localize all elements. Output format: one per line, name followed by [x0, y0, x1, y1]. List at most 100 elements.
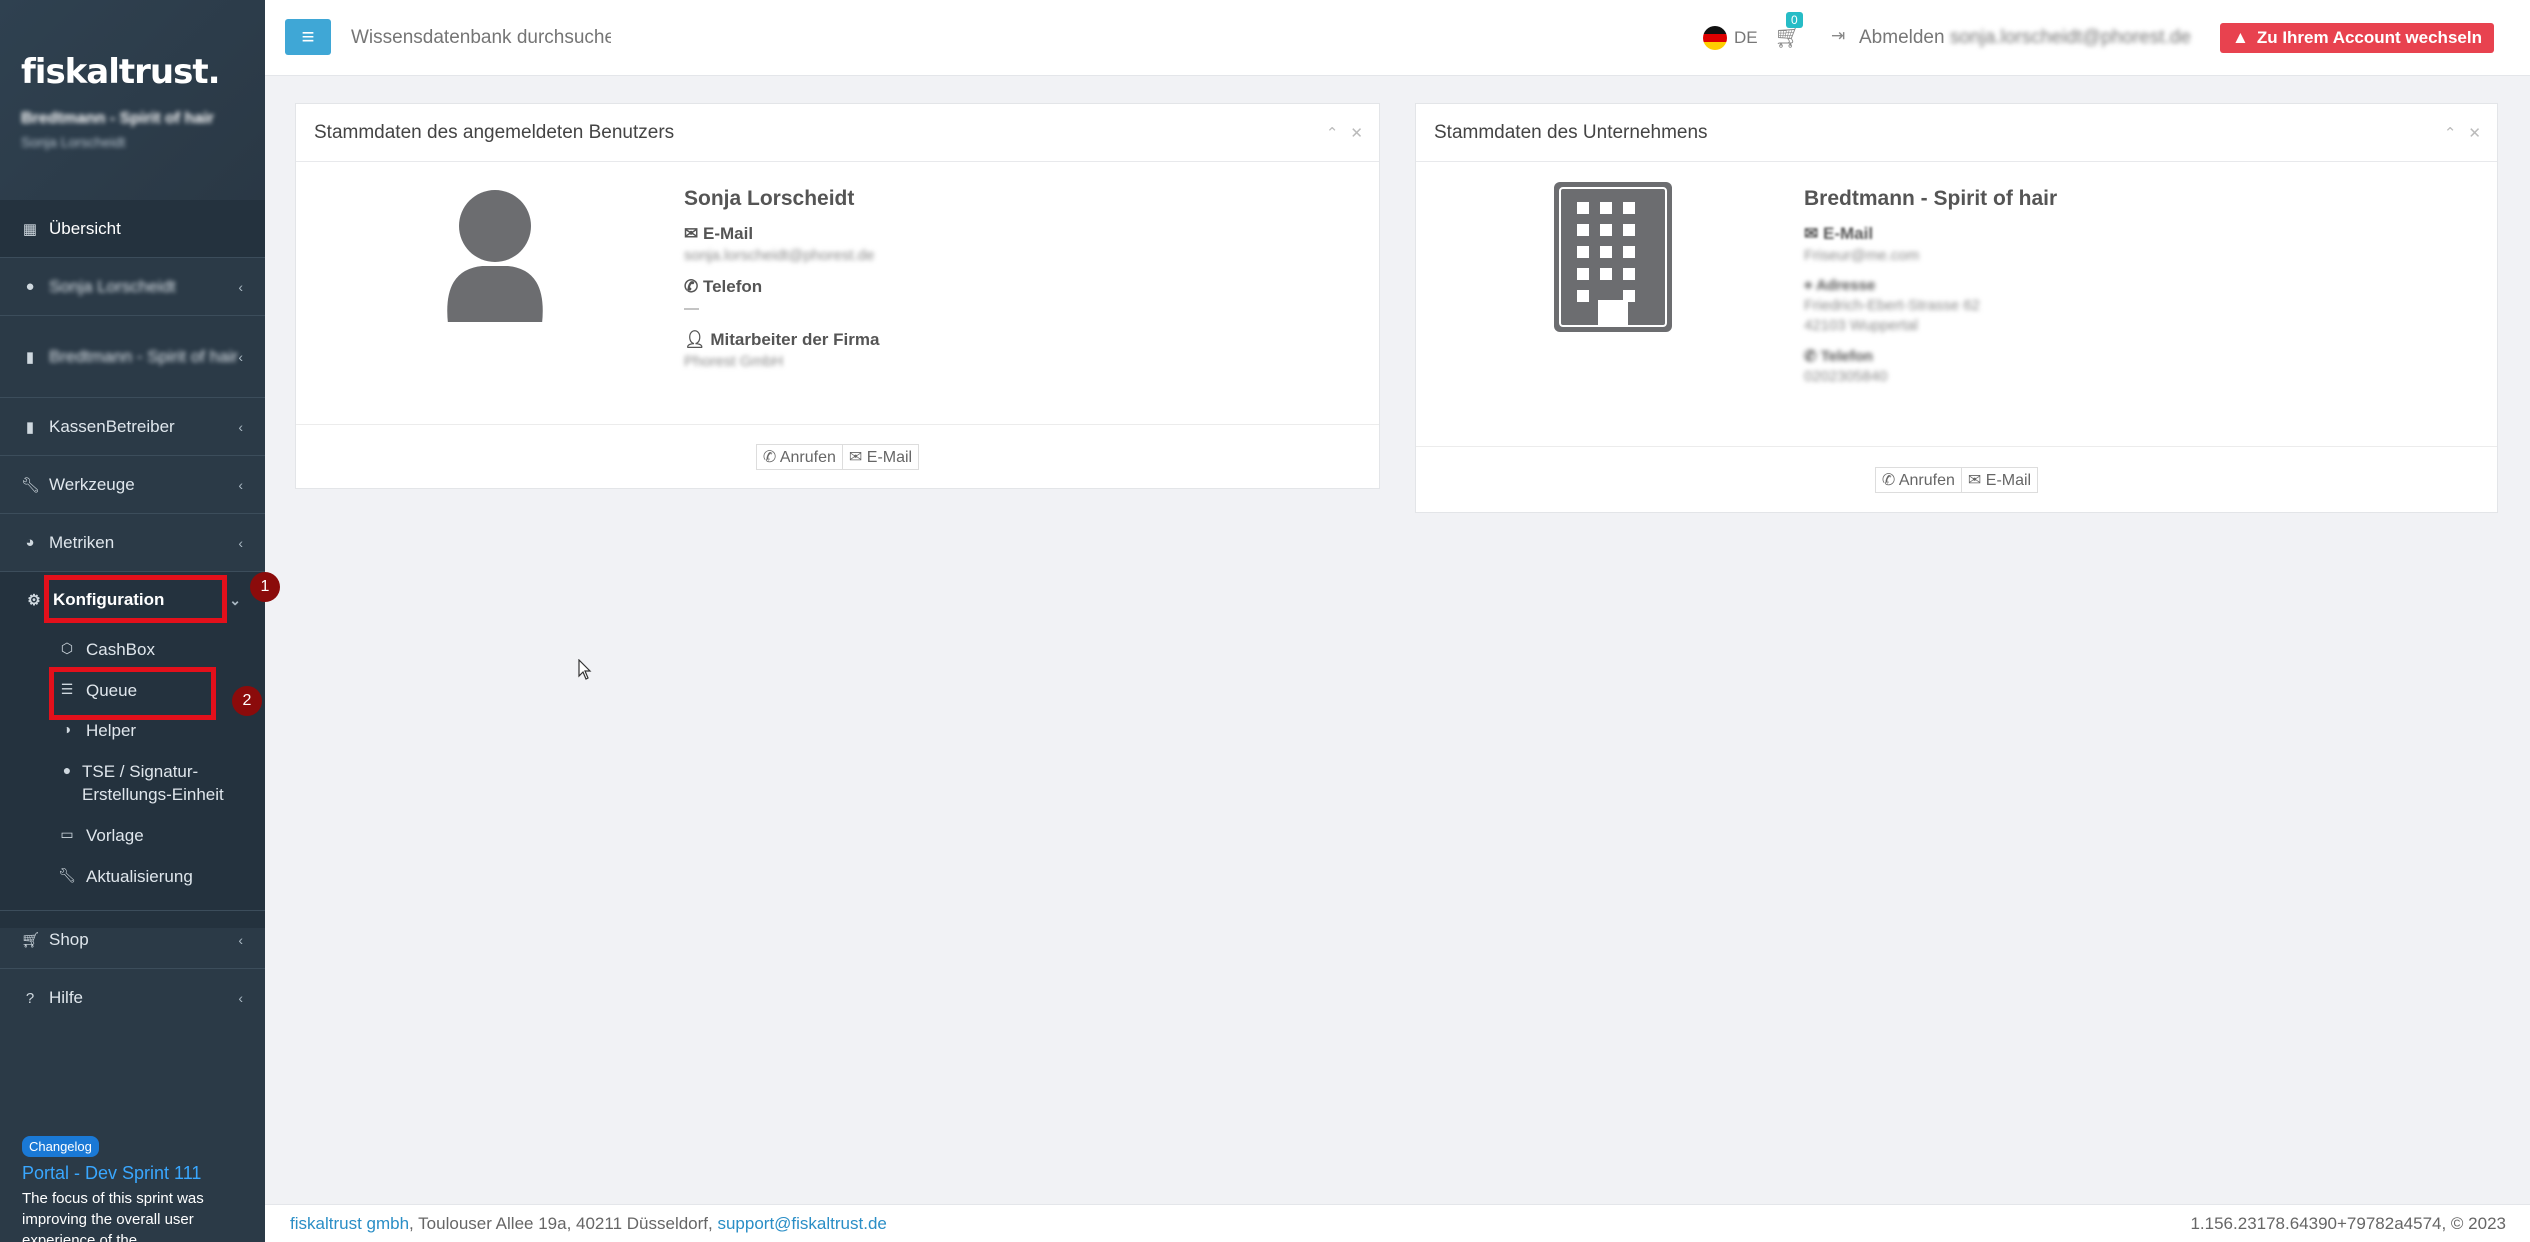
logout-email: sonja.lorscheidt@phorest.de	[1949, 27, 2191, 48]
logo: fiskaltrust.	[21, 52, 221, 92]
menu-toggle-button[interactable]: ≡	[285, 19, 331, 55]
sidebar-subitem-label: CashBox	[86, 640, 155, 659]
chevron-left-icon: ‹	[238, 418, 243, 435]
annotation-badge-1: 1	[250, 572, 280, 602]
company-address-line2: 42103 Wuppertal	[1804, 317, 1918, 334]
cart-icon: 🛒︎	[21, 931, 41, 949]
sidebar-subitem-label: Helper	[86, 721, 137, 740]
sidebar-item-metriken[interactable]: ◕ Metriken ‹	[0, 514, 265, 572]
company-link[interactable]: fiskaltrust gmbh	[290, 1214, 409, 1234]
wrench-icon: 🔧︎	[21, 476, 41, 494]
changelog-text: The focus of this sprint was improving t…	[22, 1190, 204, 1242]
highlight-box-konfiguration	[44, 575, 227, 623]
call-button[interactable]: ✆ Anrufen	[755, 444, 843, 470]
sidebar-item-hilfe[interactable]: ? Hilfe ‹	[0, 969, 265, 1027]
page-footer: fiskaltrust gmbh , Toulouser Allee 19a, …	[265, 1204, 2530, 1242]
sidebar-item-label: Bredtmann - Spirit of hair	[49, 346, 238, 366]
sidebar-header: fiskaltrust. Bredtmann - Spirit of hair …	[0, 0, 265, 200]
circle-icon: ●	[62, 762, 72, 778]
sidebar-item-overview[interactable]: ▦ Übersicht	[0, 200, 265, 258]
hamburger-icon: ≡	[301, 24, 315, 49]
flag-de-icon[interactable]	[1703, 26, 1727, 50]
support-email-link[interactable]: support@fiskaltrust.de	[717, 1214, 886, 1234]
sidebar-item-kassenbetreiber[interactable]: ▮ KassenBetreiber ‹	[0, 398, 265, 456]
warning-icon: ▲	[2232, 28, 2249, 47]
user-email: sonja.lorscheidt@phorest.de	[684, 247, 875, 264]
chevron-left-icon: ‹	[238, 931, 243, 948]
changelog[interactable]: Changelog Portal - Dev Sprint 111 The fo…	[22, 1136, 247, 1242]
sidebar-subitem-tse[interactable]: ● TSE / Signatur- Erstellungs-Einheit	[0, 760, 265, 806]
file-icon: ▭	[60, 826, 74, 842]
user-phone: —	[684, 300, 699, 317]
building-icon: ▮	[25, 348, 35, 366]
sidebar-subitem-label: Aktualisierung	[86, 867, 193, 886]
building-icon	[1554, 182, 1672, 332]
sidebar-subitem-vorlage[interactable]: ▭ Vorlage	[0, 824, 265, 847]
half-circle-icon: ◑	[62, 721, 72, 737]
sidebar-item-werkzeuge[interactable]: 🔧︎ Werkzeuge ‹	[0, 456, 265, 514]
language-label[interactable]: DE	[1734, 28, 1758, 48]
wrench-icon: 🔧︎	[58, 867, 76, 883]
user-email-label: ✉ E-Mail	[684, 224, 754, 243]
user-panel: Stammdaten des angemeldeten Benutzers ⌃ …	[295, 103, 1380, 489]
phone-icon: ✆	[684, 277, 699, 296]
sidebar-user-name: Sonja Lorscheidt	[21, 134, 126, 150]
highlight-box-queue	[49, 667, 216, 720]
changelog-badge: Changelog	[22, 1136, 99, 1157]
sidebar-item-label: Metriken	[49, 532, 115, 552]
call-button[interactable]: ✆ Anrufen	[1874, 466, 1962, 493]
envelope-icon: ✉	[1804, 224, 1819, 243]
company-address-label: ⌖ Adresse	[1804, 277, 1876, 294]
chevron-left-icon: ‹	[238, 348, 243, 365]
sidebar-item-label: Sonja Lorscheidt	[49, 276, 176, 296]
company-details: Bredtmann - Spirit of hair ✉ E-Mail Fris…	[1804, 187, 2057, 385]
email-button[interactable]: ✉ E-Mail	[842, 444, 920, 470]
sidebar-item-user[interactable]: ● Sonja Lorscheidt ‹	[0, 258, 265, 316]
dashboard-icon: ▦	[22, 220, 38, 238]
chevron-down-icon: ⌄	[229, 591, 241, 608]
changelog-title[interactable]: Portal - Dev Sprint 111	[22, 1163, 247, 1184]
sidebar-subitem-cashbox[interactable]: ⬡ CashBox	[0, 638, 265, 661]
annotation-badge-2: 2	[232, 686, 262, 716]
map-marker-icon: ⌖	[1804, 277, 1813, 294]
mouse-cursor-icon	[578, 659, 592, 680]
sidebar-subitem-label: Vorlage	[86, 826, 144, 845]
email-button[interactable]: ✉ E-Mail	[1961, 466, 2039, 493]
switch-account-label: Zu Ihrem Account wechseln	[2256, 28, 2482, 47]
company-phone: 0202305840	[1804, 368, 1888, 385]
search-input[interactable]	[351, 22, 611, 54]
building-icon: ▮	[25, 418, 35, 436]
company-phone-label: ✆ Telefon	[1804, 348, 1873, 365]
sidebar-company-name: Bredtmann - Spirit of hair	[21, 110, 214, 127]
switch-account-button[interactable]: ▲ Zu Ihrem Account wechseln	[2220, 23, 2494, 53]
company-address-line1: Friedrich-Ebert-Strasse 62	[1804, 297, 1980, 314]
company-name: Bredtmann - Spirit of hair	[1804, 187, 2058, 210]
user-employee-label: 👤︎ Mitarbeiter der Firma	[684, 330, 880, 349]
cart-count-badge: 0	[1786, 12, 1803, 28]
sidebar-item-shop[interactable]: 🛒︎ Shop ‹	[0, 910, 265, 969]
sidebar-item-label: Übersicht	[49, 218, 121, 238]
user-phone-label: ✆ Telefon	[684, 277, 763, 296]
sidebar-subitem-helper[interactable]: ◑ Helper	[0, 719, 265, 742]
chevron-left-icon: ‹	[238, 990, 243, 1006]
collapse-icon[interactable]: ⌃	[2444, 124, 2457, 142]
user-plus-icon: 👤︎	[684, 330, 706, 349]
sidebar-item-company[interactable]: ▮ Bredtmann - Spirit of hair ‹	[0, 316, 265, 398]
chevron-left-icon: ‹	[238, 476, 243, 493]
footer-address: , Toulouser Allee 19a, 40211 Düsseldorf,	[409, 1213, 718, 1233]
close-icon[interactable]: ✕	[2468, 124, 2481, 142]
company-email-label: ✉ E-Mail	[1804, 224, 1874, 243]
panel-tools: ⌃ ✕	[1326, 124, 1363, 142]
sign-out-icon: ⇥	[1831, 26, 1846, 45]
chevron-left-icon: ‹	[238, 534, 243, 551]
sidebar-subitem-label: TSE / Signatur- Erstellungs-Einheit	[82, 762, 224, 804]
close-icon[interactable]: ✕	[1350, 124, 1363, 142]
collapse-icon[interactable]: ⌃	[1326, 124, 1339, 142]
logout-link[interactable]: Abmelden sonja.lorscheidt@phorest.de	[1859, 27, 2191, 49]
sidebar: fiskaltrust. Bredtmann - Spirit of hair …	[0, 0, 280, 1242]
user-avatar-icon	[443, 190, 547, 324]
sidebar-item-label: Shop	[49, 929, 89, 949]
question-icon: ?	[25, 989, 35, 1007]
sidebar-subitem-aktualisierung[interactable]: 🔧︎ Aktualisierung	[0, 865, 265, 888]
chevron-left-icon: ‹	[238, 278, 243, 295]
